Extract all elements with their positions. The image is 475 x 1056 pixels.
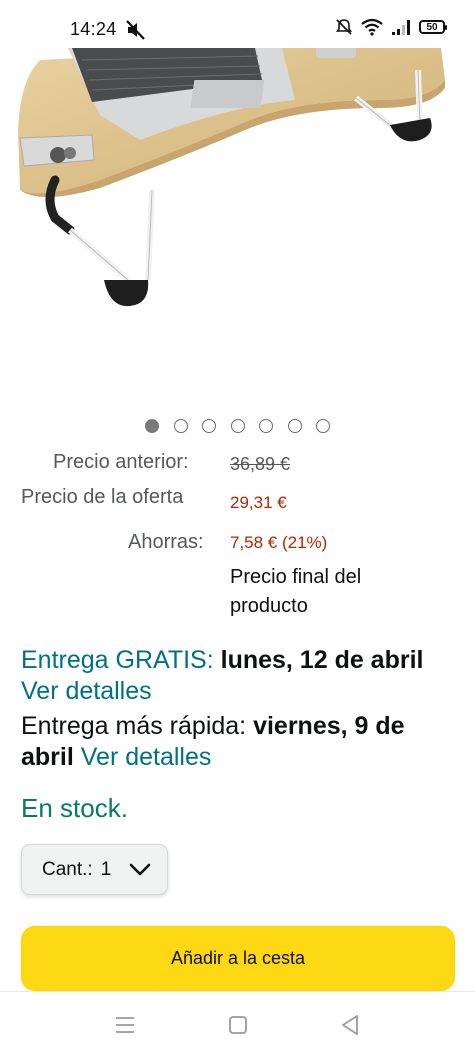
system-navigation-bar [0,991,475,1056]
deal-price-value: 29,31 € [230,493,287,512]
add-to-cart-label: Añadir a la cesta [170,948,306,968]
free-delivery-details-link[interactable]: Ver detalles [21,677,152,705]
status-time: 14:24 [70,19,117,39]
deal-price-value-wrap: 29,31 € [230,493,287,513]
laptop-tray-table-image[interactable] [0,40,475,370]
back-icon[interactable] [337,1012,363,1038]
previous-price-row: Precio anterior: [53,451,189,474]
carousel-dot[interactable] [316,419,330,433]
signal-icon [392,20,410,35]
carousel-dot[interactable] [202,419,216,433]
free-delivery-block: Entrega GRATIS: lunes, 12 de abril Ver d… [21,645,461,707]
home-icon[interactable] [225,1012,251,1038]
menu-icon[interactable] [112,1012,138,1038]
chevron-down-icon [129,863,151,876]
fast-delivery-details-link[interactable]: Ver detalles [81,743,212,771]
previous-price-label: Precio anterior: [53,451,189,473]
carousel-dot[interactable] [230,419,245,433]
savings-row: Ahorras: [128,531,204,554]
deal-price-label: Precio de la oferta [21,486,184,508]
savings-value-wrap: 7,58 € (21%) [230,533,327,553]
final-price-note: Precio final del producto [230,566,362,617]
carousel-dot[interactable] [145,419,159,433]
carousel-dot[interactable] [287,419,302,433]
mute-icon [126,20,145,40]
free-delivery-date: lunes, 12 de abril [220,646,424,674]
do-not-disturb-icon [335,19,353,35]
quantity-label: Cant.: [42,858,93,880]
battery-icon: 50 [419,20,447,34]
status-bar: 14:24 50 [0,0,475,48]
savings-value: 7,58 € (21%) [230,533,328,552]
status-icons: 50 [335,18,447,36]
quantity-value: 1 [100,858,112,880]
stock-status: En stock. [21,793,128,823]
fast-delivery-block: Entrega más rápida: viernes, 9 de abril … [21,711,461,773]
wifi-icon [361,18,383,36]
add-to-cart-button[interactable]: Añadir a la cesta [21,926,455,991]
quantity-dropdown[interactable]: Cant.: 1 [21,844,168,895]
previous-price-value: 36,89 € [230,454,291,474]
free-delivery-label: Entrega GRATIS: [21,646,214,674]
carousel-dot[interactable] [259,419,273,433]
carousel-dot[interactable] [173,419,188,433]
previous-price-value-wrap: 36,89 € [230,454,290,475]
fast-delivery-label: Entrega más rápida: [21,712,247,740]
deal-price-row: Precio de la oferta [21,486,183,509]
savings-label: Ahorras: [128,531,204,553]
